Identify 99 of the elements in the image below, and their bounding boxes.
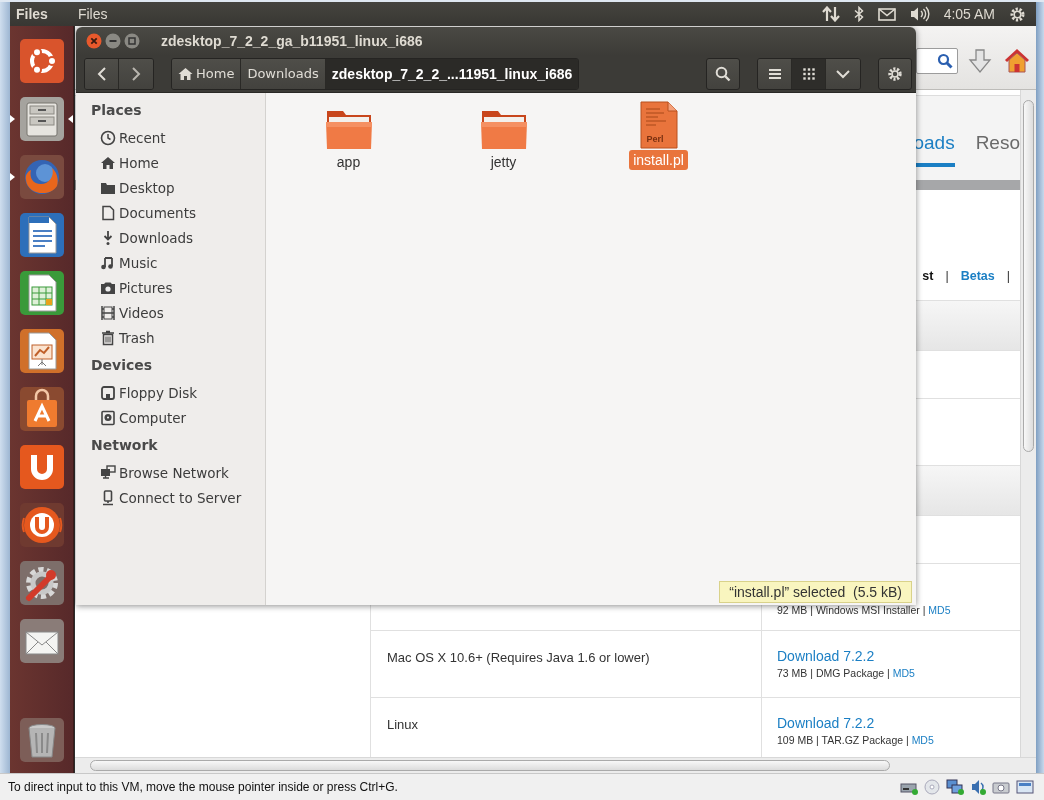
chevron-down-icon: [836, 68, 850, 79]
launcher-button[interactable]: [10, 96, 73, 142]
music-note-icon: [100, 254, 116, 271]
view-menu-button[interactable]: [826, 58, 860, 89]
platform-name: Linux: [387, 717, 419, 732]
gear-icon: [887, 65, 903, 82]
separator: |: [945, 269, 949, 283]
sidebar-item[interactable]: Desktop: [76, 175, 265, 200]
sidebar-item[interactable]: Connect to Server: [76, 485, 265, 510]
package-details: 73 MB | DMG Package | MD5: [777, 667, 915, 679]
sidebar-item[interactable]: Videos: [76, 300, 265, 325]
grid-icon: [802, 67, 815, 80]
chevron-right-icon: [131, 66, 141, 81]
circle-logo-icon[interactable]: [18, 38, 65, 84]
file-name[interactable]: app: [332, 152, 365, 172]
back-button[interactable]: [85, 58, 119, 89]
file-name[interactable]: jetty: [486, 152, 521, 172]
network-icon: [100, 464, 116, 481]
shopping-bag-icon[interactable]: [18, 386, 65, 432]
sidebar-item[interactable]: Trash: [76, 325, 265, 350]
home-icon: [178, 66, 193, 81]
bluetooth-icon[interactable]: [853, 6, 864, 22]
search-field[interactable]: [916, 47, 958, 74]
trash-bin-icon[interactable]: [18, 717, 65, 763]
chevron-left-icon: [96, 66, 107, 81]
camera-icon[interactable]: [992, 779, 1010, 795]
sidebar-item[interactable]: Downloads: [76, 225, 265, 250]
server-icon: [100, 489, 116, 506]
checksum-link[interactable]: MD5: [892, 667, 915, 679]
settings-button[interactable]: [878, 57, 912, 90]
sidebar-heading: Places: [90, 101, 143, 120]
platform-name: Mac OS X 10.6+ (Requires Java 1.6 or lower): [387, 650, 650, 665]
download-link[interactable]: Download 7.2.2: [777, 647, 875, 665]
window-title: zdesktop_7_2_2_ga_b11951_linux_i686: [161, 33, 423, 49]
text-document-icon[interactable]: [18, 212, 65, 258]
selection-status-tooltip: “install.pl” selected (5.5 kB): [719, 581, 912, 603]
clock-icon: [100, 129, 116, 146]
search-icon: [715, 65, 731, 82]
horizontal-scrollbar[interactable]: [75, 757, 1036, 773]
grid-view-button[interactable]: [792, 58, 826, 89]
sidebar-item[interactable]: Music: [76, 250, 265, 275]
film-icon: [100, 304, 116, 321]
trash-icon: [100, 329, 116, 346]
envelope-icon[interactable]: [877, 7, 896, 21]
sidebar-item[interactable]: Floppy Disk: [76, 380, 265, 405]
envelope-icon[interactable]: [18, 618, 65, 664]
hard-drive-icon: [100, 409, 116, 426]
list-icon: [767, 67, 782, 80]
sidebar-item[interactable]: Recent: [76, 125, 265, 150]
sidebar-item[interactable]: Home: [76, 150, 265, 175]
path-button[interactable]: Downloads: [241, 58, 326, 89]
file-cabinet-icon[interactable]: [18, 96, 65, 142]
status-message: To direct input to this VM, move the mouse pointer inside or press Ctrl+G.: [8, 780, 398, 794]
app-title: Files: [16, 6, 48, 22]
close-icon[interactable]: [86, 33, 102, 49]
home-icon[interactable]: [1004, 47, 1030, 74]
clock[interactable]: 4:05 AM: [943, 6, 995, 22]
minimize-icon[interactable]: [105, 33, 121, 49]
gear-icon[interactable]: [1009, 5, 1026, 23]
menu-item[interactable]: Files: [77, 6, 108, 22]
sidebar-item[interactable]: Computer: [76, 405, 265, 430]
filter-link[interactable]: Betas: [960, 269, 995, 283]
search-icon[interactable]: [937, 52, 953, 69]
package-details: 109 MB | TAR.GZ Package | MD5: [777, 734, 934, 746]
horseshoe-icon[interactable]: [18, 444, 65, 490]
network-monitor-icon[interactable]: [946, 779, 964, 795]
checksum-link[interactable]: MD5: [928, 604, 951, 616]
maximize-icon[interactable]: [124, 33, 140, 49]
forward-button[interactable]: [119, 58, 153, 89]
sidebar-heading: Network: [90, 436, 159, 455]
download-link[interactable]: Download 7.2.2: [777, 714, 875, 732]
transfer-arrows-icon[interactable]: [821, 6, 840, 22]
document-icon: [100, 204, 116, 221]
search-button[interactable]: [706, 57, 740, 90]
speaker-icon[interactable]: [909, 6, 930, 22]
gear-wrench-icon[interactable]: [18, 560, 65, 606]
home-icon: [100, 154, 116, 171]
filter-link[interactable]: st: [922, 269, 934, 283]
horseshoe-speaker-icon[interactable]: [18, 502, 65, 548]
audio-icon[interactable]: [970, 779, 986, 795]
file-type-label: Perl: [646, 134, 664, 145]
sidebar-heading: Devices: [90, 356, 154, 375]
separator: |: [1006, 269, 1010, 283]
sidebar-item[interactable]: Browse Network: [76, 460, 265, 485]
presentation-icon[interactable]: [18, 328, 65, 374]
vertical-scrollbar[interactable]: [1020, 90, 1036, 757]
sidebar-item[interactable]: Documents: [76, 200, 265, 225]
nav-tab[interactable]: Reso: [975, 132, 1020, 167]
sidebar-item[interactable]: Pictures: [76, 275, 265, 300]
fox-globe-icon[interactable]: [18, 154, 65, 200]
package-details: 92 MB | Windows MSI Installer | MD5: [777, 604, 951, 616]
path-button[interactable]: zdesktop_7_2_2_...11951_linux_i686: [325, 58, 579, 89]
path-button[interactable]: Home: [172, 58, 242, 89]
document-icon[interactable]: [639, 101, 678, 149]
checksum-link[interactable]: MD5: [911, 734, 934, 746]
download-arrow-icon[interactable]: [968, 47, 992, 74]
display-icon[interactable]: [1016, 779, 1034, 795]
spreadsheet-icon[interactable]: [18, 270, 65, 316]
list-view-button[interactable]: [758, 58, 792, 89]
